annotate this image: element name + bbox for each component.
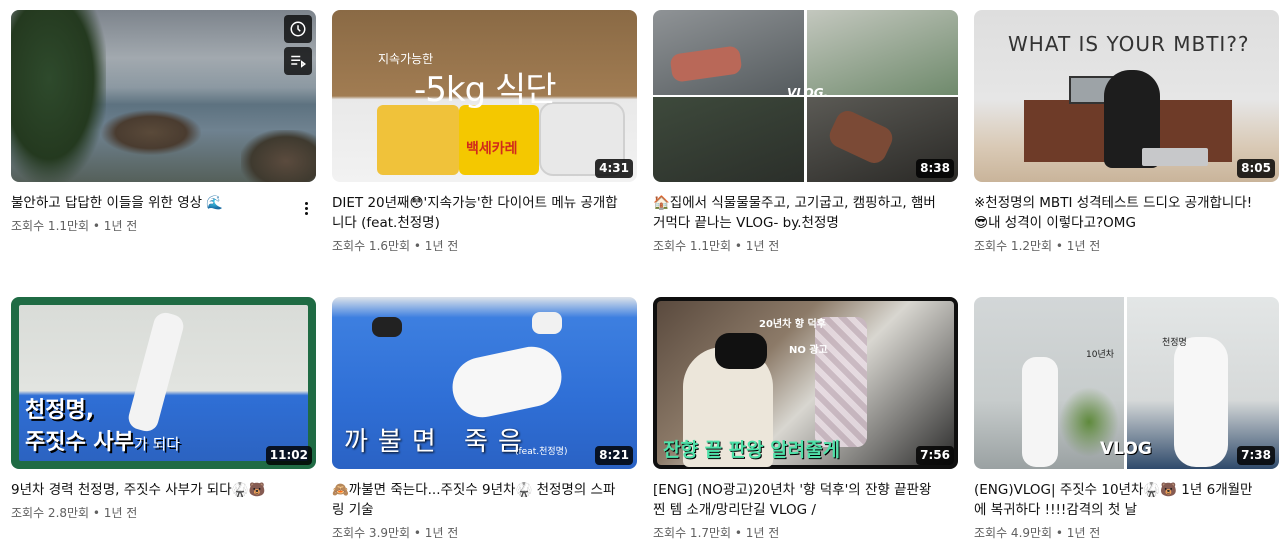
mask-shape — [715, 333, 767, 369]
video-card[interactable]: WHAT IS YOUR MBTI?? 8:05 ※천정명의 MBTI 성격테스… — [974, 10, 1279, 254]
video-thumbnail[interactable] — [11, 10, 316, 182]
snack-package — [377, 105, 459, 175]
overlay-small2-text: 10년차 — [1086, 350, 1115, 360]
video-meta: 조회수 1.1만회 • 1년 전 — [653, 239, 780, 253]
video-meta: 조회수 4.9만회 • 1년 전 — [974, 526, 1101, 540]
video-card[interactable]: 10년차 천정명 VLOG 7:38 (ENG)VLOG| 주짓수 10년차🥋🐻… — [974, 297, 1279, 541]
overlay-main-text: 까불면 죽음 — [344, 427, 532, 457]
video-title[interactable]: 🙈까불면 죽는다...주짓수 9년차🥋 천정명의 스파링 기술 — [332, 480, 622, 520]
video-grid: 불안하고 답답한 이들을 위한 영상 🌊 조회수 1.1만회 • 1년 전 지속… — [0, 0, 1285, 549]
video-title[interactable]: ※천정명의 MBTI 성격테스트 드디오 공개합니다!😎내 성격이 이렇다고?O… — [974, 193, 1264, 233]
thumbnail-panel-person — [653, 97, 804, 182]
video-thumbnail[interactable]: 지속가능한 -5kg 식단 백세카레 4:31 — [332, 10, 637, 182]
video-meta: 조회수 1.7만회 • 1년 전 — [653, 526, 780, 540]
video-meta: 조회수 1.2만회 • 1년 전 — [974, 239, 1101, 253]
video-duration: 8:21 — [595, 446, 633, 465]
overlay-main-text: WHAT IS YOUR MBTI?? — [1008, 32, 1250, 56]
add-to-queue-button[interactable] — [284, 47, 312, 75]
clock-icon — [290, 21, 306, 37]
video-duration: 8:05 — [1237, 159, 1275, 178]
video-title[interactable]: 9년차 경력 천정명, 주짓수 사부가 되다🥋🐻 — [11, 480, 301, 500]
laptop-shape — [1142, 148, 1208, 166]
tree-shape — [11, 10, 106, 182]
more-actions-button[interactable] — [298, 196, 314, 220]
video-duration: 7:56 — [916, 446, 954, 465]
fighters-shape — [372, 317, 402, 337]
add-to-queue-icon — [291, 55, 306, 68]
fighters-shape — [532, 312, 562, 334]
rocks-shape — [241, 130, 316, 182]
video-duration: 4:31 — [595, 159, 633, 178]
video-card[interactable]: 까불면 죽음 (feat.천정명) 8:21 🙈까불면 죽는다...주짓수 9년… — [332, 297, 637, 541]
video-thumbnail[interactable]: 20년차 향 덕후 NO 광고 잔향 끝 판왕 알려줄게 7:56 — [653, 297, 958, 469]
blurred-product — [815, 317, 867, 447]
video-card[interactable]: VLOG. 8:38 🏠집에서 식물물물주고, 고기굽고, 캠핑하고, 햄버거먹… — [653, 10, 958, 254]
person-shape — [1022, 357, 1058, 467]
video-card[interactable]: 천정명, 주짓수 사부가 되다 11:02 9년차 경력 천정명, 주짓수 사부… — [11, 297, 316, 521]
video-title[interactable]: DIET 20년째😳'지속가능'한 다이어트 메뉴 공개합니다 (feat.천정… — [332, 193, 622, 233]
thumbnail-panel-camping — [807, 10, 958, 95]
overlay-small-text: 20년차 향 덕후 — [759, 319, 826, 330]
overlay-main-text: VLOG — [1100, 439, 1152, 459]
watch-later-button[interactable] — [284, 15, 312, 43]
overlay-small-text: 천정명 — [1162, 338, 1187, 348]
video-thumbnail[interactable]: VLOG. 8:38 — [653, 10, 958, 182]
video-duration: 7:38 — [1237, 446, 1275, 465]
video-duration: 8:38 — [916, 159, 954, 178]
more-vert-icon — [304, 201, 308, 205]
overlay-label-text: 백세카레 — [466, 141, 518, 157]
overlay-small-text: (feat.천정명) — [515, 447, 568, 457]
video-meta: 조회수 2.8만회 • 1년 전 — [11, 506, 138, 520]
rocks-shape — [101, 110, 201, 155]
video-card[interactable]: 불안하고 답답한 이들을 위한 영상 🌊 조회수 1.1만회 • 1년 전 — [11, 10, 316, 234]
video-meta: 조회수 3.9만회 • 1년 전 — [332, 526, 459, 540]
overlay-main-text: -5kg 식단 — [414, 70, 557, 110]
overlay-small-text: VLOG. — [787, 86, 829, 100]
video-title[interactable]: 불안하고 답답한 이들을 위한 영상 🌊 — [11, 193, 301, 213]
video-meta: 조회수 1.6만회 • 1년 전 — [332, 239, 459, 253]
video-card[interactable]: 지속가능한 -5kg 식단 백세카레 4:31 DIET 20년째😳'지속가능'… — [332, 10, 637, 254]
video-thumbnail[interactable]: 천정명, 주짓수 사부가 되다 11:02 — [11, 297, 316, 469]
video-thumbnail[interactable]: 까불면 죽음 (feat.천정명) 8:21 — [332, 297, 637, 469]
overlay-line1-text: 천정명, — [25, 398, 95, 423]
video-card[interactable]: 20년차 향 덕후 NO 광고 잔향 끝 판왕 알려줄게 7:56 [ENG] … — [653, 297, 958, 541]
video-duration: 11:02 — [265, 446, 312, 465]
overlay-small2-text: NO 광고 — [789, 345, 828, 356]
video-title[interactable]: (ENG)VLOG| 주짓수 10년차🥋🐻 1년 6개월만에 복귀하다 !!!!… — [974, 480, 1264, 520]
video-title[interactable]: [ENG] (NO광고)20년차 '향 덕후'의 잔향 끝판왕 찐 템 소개/망… — [653, 480, 943, 520]
video-thumbnail[interactable]: WHAT IS YOUR MBTI?? 8:05 — [974, 10, 1279, 182]
person-shape — [1174, 337, 1228, 467]
video-title[interactable]: 🏠집에서 식물물물주고, 고기굽고, 캠핑하고, 햄버거먹다 끝나는 VLOG-… — [653, 193, 943, 233]
video-meta: 조회수 1.1만회 • 1년 전 — [11, 219, 138, 233]
overlay-main-text: 잔향 끝 판왕 알려줄게 — [663, 439, 841, 461]
overlay-line2-text: 주짓수 사부가 되다 — [25, 430, 181, 455]
video-thumbnail[interactable]: 10년차 천정명 VLOG 7:38 — [974, 297, 1279, 469]
